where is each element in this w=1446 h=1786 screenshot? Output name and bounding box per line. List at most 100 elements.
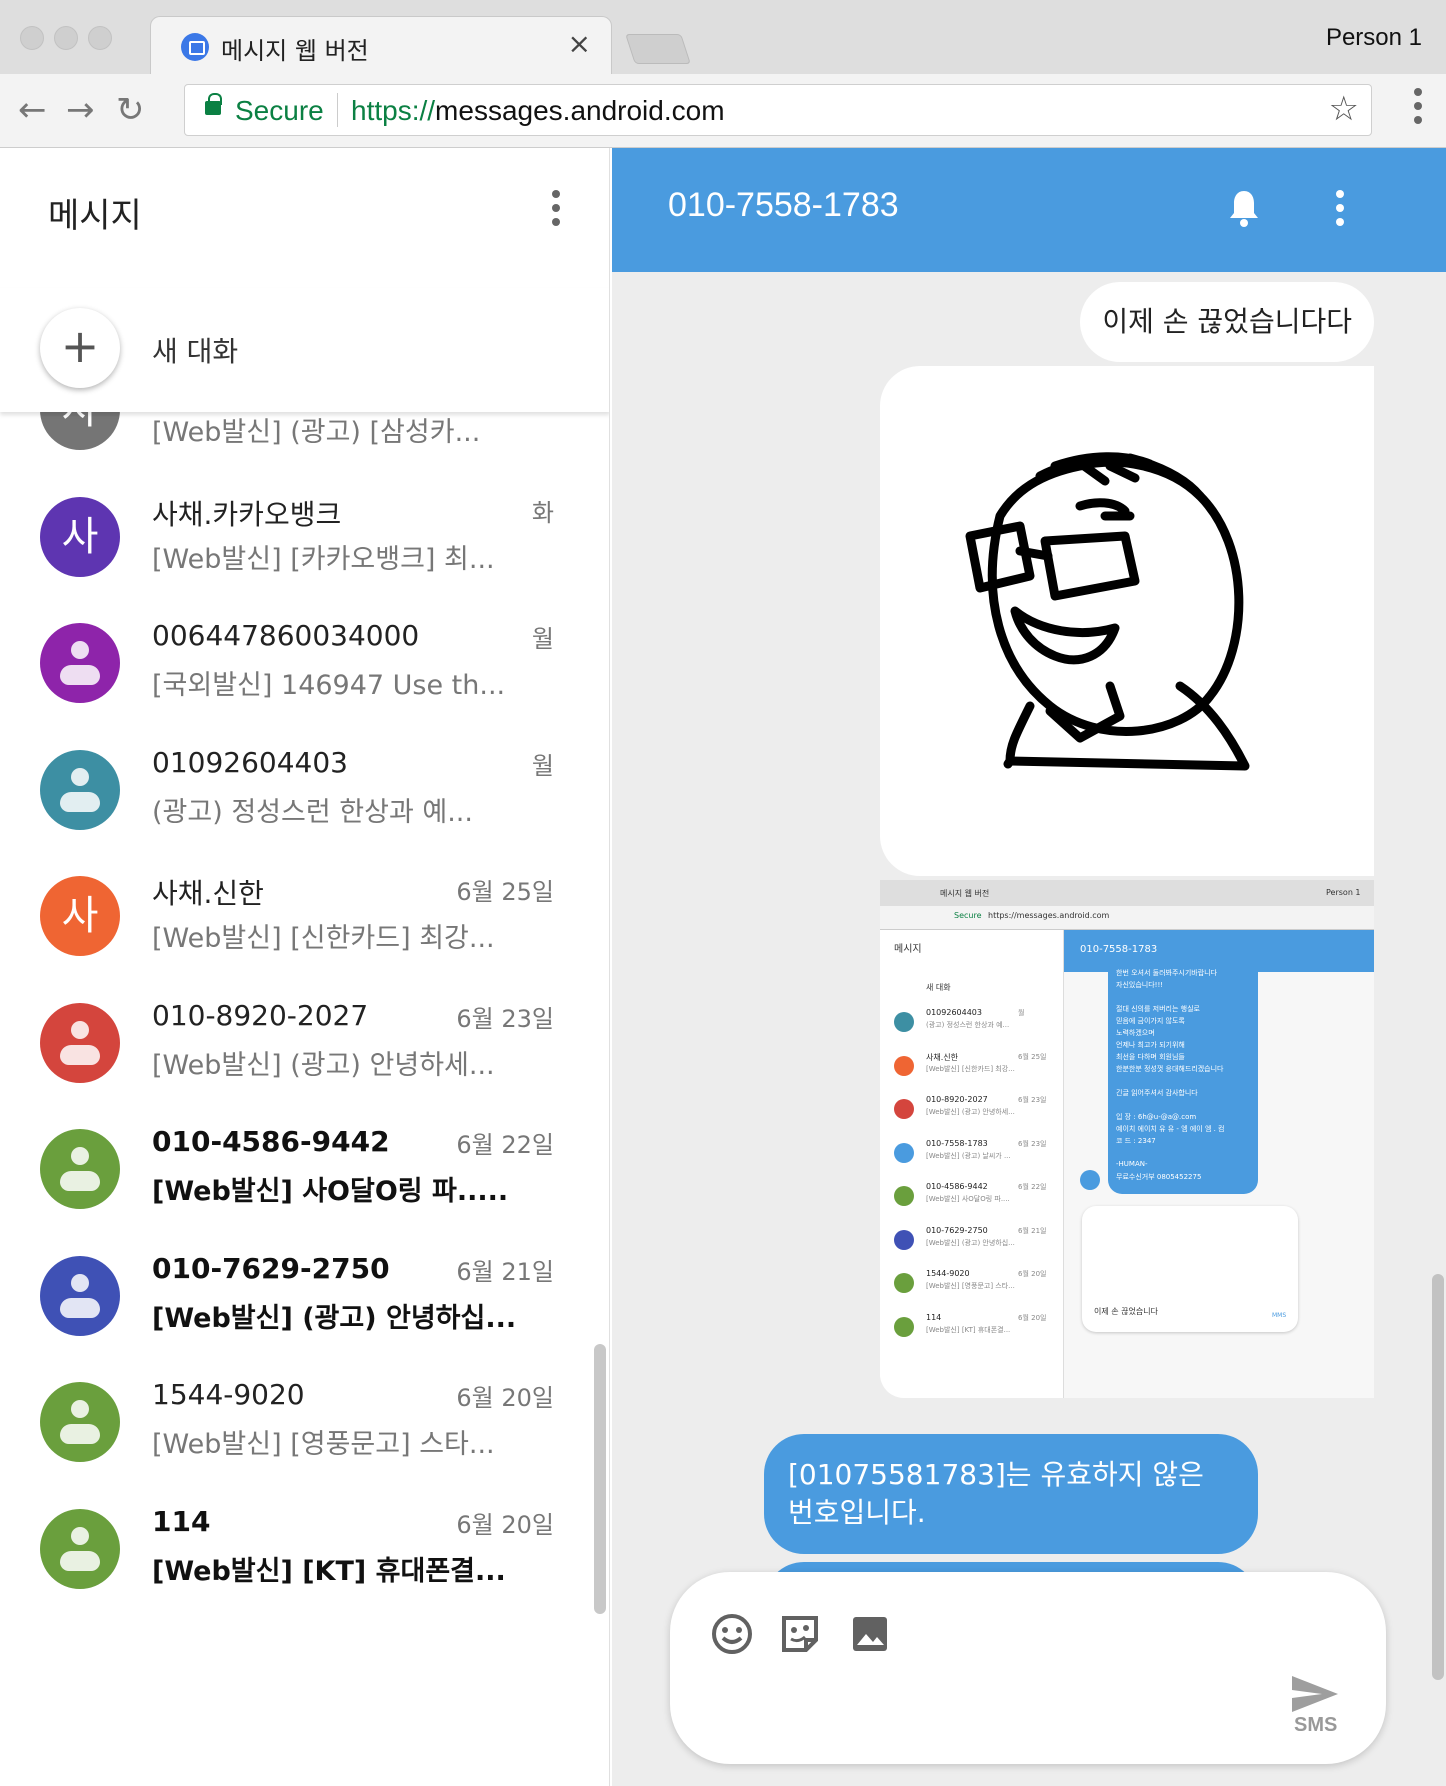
mini-avatar [894,1012,914,1032]
contact-avatar: 사 [40,876,120,956]
conversation-snippet: (광고) 정성스런 한상과 예... [152,796,473,828]
contact-avatar: 사 [40,496,120,577]
conversation-name: 006447860034000 [152,619,420,652]
mini-new-conversation: 새 대화 [926,983,951,992]
outgoing-message[interactable]: 이제 손 끊었습니다다 [1080,282,1374,362]
person-avatar-icon [40,1508,120,1589]
bookmark-star-icon[interactable]: ☆ [1329,89,1359,129]
mini-tab-bar: 메시지 웹 버전 Person 1 [880,880,1374,906]
mini-bubble-line: 최선을 다하며 회원님들 [1116,1053,1185,1061]
image-gallery-icon[interactable] [848,1612,892,1656]
more-options-icon[interactable] [552,190,560,232]
url-host: messages.android.com [435,95,725,126]
mini-item-name: 114 [926,1312,942,1322]
conversation-snippet: [Web발신] [KT] 휴대폰결... [152,1555,506,1587]
person-avatar-icon [40,749,120,830]
conversation-name: 010-7629-2750 [152,1251,390,1285]
notification-bell-icon[interactable] [1228,188,1260,228]
mini-item-snippet: (광고) 정성스런 한상과 예... [926,1021,1010,1029]
cartoon-face-image [965,452,1250,771]
browser-menu-icon[interactable] [1414,88,1422,130]
conversation-item[interactable]: 01092604403 (광고) 정성스런 한상과 예... 월 [0,738,600,882]
mini-item-snippet: [Web발신] [영풍문고] 스타... [926,1282,1015,1290]
url-text[interactable]: https://messages.android.com [351,95,725,127]
mini-avatar [894,1186,914,1206]
minimize-window-button[interactable] [54,26,78,50]
conversation-snippet: [Web발신] (광고) [삼성카... [152,417,481,448]
plus-icon[interactable]: + [40,308,120,388]
new-conversation-button[interactable]: + 새 대화 [0,288,609,412]
conversation-menu-icon[interactable] [1336,190,1344,232]
message-composer[interactable]: SMS [670,1572,1386,1764]
mini-item-name: 010-7558-1783 [926,1138,988,1148]
conversation-list-pane: 메시지 + 새 대화 사사채.삼성카드[Web발신] (광고) [삼성카...화… [0,148,610,1786]
conversation-item[interactable]: 010-8920-2027 [Web발신] (광고) 안녕하세... 6월 23일 [0,991,600,1135]
mini-avatar [894,1099,914,1119]
conversation-pane: 010-7558-1783 이제 손 끊었습니다다 메시지 웹 버전 Perso… [612,148,1446,1786]
tab-close-icon[interactable]: × [568,27,591,60]
maximize-window-button[interactable] [88,26,112,50]
person-avatar-icon [40,1382,120,1462]
screenshot-attachment[interactable]: 메시지 웹 버전 Person 1 Secure https://message… [880,880,1374,1398]
conversation-scrollbar[interactable] [1432,1274,1444,1680]
conversation-item[interactable]: 사 사채.신한 [Web발신] [신한카드] 최강... 6월 25일 [0,864,600,1008]
conversation-snippet: [Web발신] [신한카드] 최강... [152,923,495,954]
conversation-time: 6월 21일 [456,1257,554,1286]
list-scrollbar[interactable] [594,1344,606,1614]
conversation-time: 6월 25일 [456,878,554,906]
conversation-time: 6월 20일 [456,1384,554,1412]
conversation-name: 01092604403 [152,745,348,779]
conversation-item[interactable]: 006447860034000 [국외발신] 146947 Use th... 월 [0,611,600,755]
mini-composer: 이제 손 끊었습니다 MMS [1082,1206,1298,1332]
back-arrow-icon[interactable]: ← [18,90,47,130]
mini-toolbar: Secure https://messages.android.com [880,906,1374,930]
image-attachment[interactable] [880,366,1374,876]
reload-icon[interactable]: ↻ [116,90,145,130]
send-icon[interactable] [1290,1674,1340,1714]
mini-item-name: 010-8920-2027 [926,1095,988,1104]
incoming-message[interactable]: [01075581783]는 유효하지 않은 번호입니다. [764,1434,1258,1554]
app-title: 메시지 [48,196,142,236]
mini-bubble-line: 한분한분 정성껏 응대해드리겠습니다 [1116,1065,1224,1073]
address-divider [337,93,338,127]
conversation-snippet: [Web발신] (광고) 안녕하십... [152,1302,517,1334]
profile-name[interactable]: Person 1 [1326,24,1422,52]
conversation-item[interactable]: 010-7629-2750 [Web발신] (광고) 안녕하십... 6월 21일 [0,1244,600,1388]
forward-arrow-icon[interactable]: → [66,90,95,130]
mini-item-name: 010-7629-2750 [926,1225,988,1235]
mini-bubble-line: 절대 신의를 저버리는 행실로 [1116,1005,1200,1013]
conversation-time: 6월 22일 [456,1131,554,1159]
new-tab-button[interactable] [625,34,691,64]
conversation-item[interactable]: 사 사채.카카오뱅크 [Web발신] [카카오뱅크] 최... 화 [0,485,600,629]
conversation-title: 010-7558-1783 [668,186,899,224]
close-window-button[interactable] [20,26,44,50]
mini-avatar [894,1316,914,1337]
mini-draft: 이제 손 끊었습니다 [1094,1307,1158,1316]
mini-sidebar: 메시지 새 대화 01092604403 (광고) 정성스런 한상과 예... 월 사… [880,930,1064,1398]
mini-bubble-line: 자신있습니다!!! [1116,981,1164,989]
conversation-time: 화 [531,498,554,527]
conversation-snippet: [Web발신] [영풍문고] 스타... [152,1429,495,1460]
conversation-name: 010-4586-9442 [152,1125,390,1158]
conversation-item[interactable]: 114 [Web발신] [KT] 휴대폰결... 6월 20일 [0,1497,600,1641]
mini-item-snippet: [Web발신] (광고) 안녕하십... [926,1238,1015,1247]
mini-avatar [894,1055,914,1076]
conversation-item[interactable]: 010-4586-9442 [Web발신] 사O달O링 파..... 6월 22일 [0,1117,600,1261]
mini-bubble-line: 입 장 : 6h@u-@a@.com [1116,1113,1197,1121]
conversation-time: 6월 20일 [456,1510,554,1539]
mini-url: https://messages.android.com [988,911,1110,920]
conversation-name: 사채.카카오뱅크 [152,497,342,531]
address-bar[interactable]: Secure https://messages.android.com ☆ [184,84,1372,136]
mini-item-name: 사채.신한 [926,1052,958,1062]
browser-tab-bar: 메시지 웹 버전 × Person 1 [0,0,1446,74]
person-avatar-icon [40,1002,120,1083]
sticker-icon[interactable] [778,1612,822,1656]
conversation-name: 사채.신한 [152,877,264,910]
conversation-item[interactable]: 1544-9020 [Web발신] [영풍문고] 스타... 6월 20일 [0,1370,600,1514]
mini-header-title: 010-7558-1783 [1080,944,1158,955]
emoji-icon[interactable] [710,1612,754,1656]
browser-tab[interactable]: 메시지 웹 버전 × [150,16,612,74]
mini-incoming-bubble: 한번 오셔서 둘러봐주시기바랍니다 자신있습니다!!! 절대 신의를 저버리는 행실… [1108,964,1258,1194]
new-conversation-label: 새 대화 [152,335,239,368]
person-avatar-icon [40,623,120,703]
